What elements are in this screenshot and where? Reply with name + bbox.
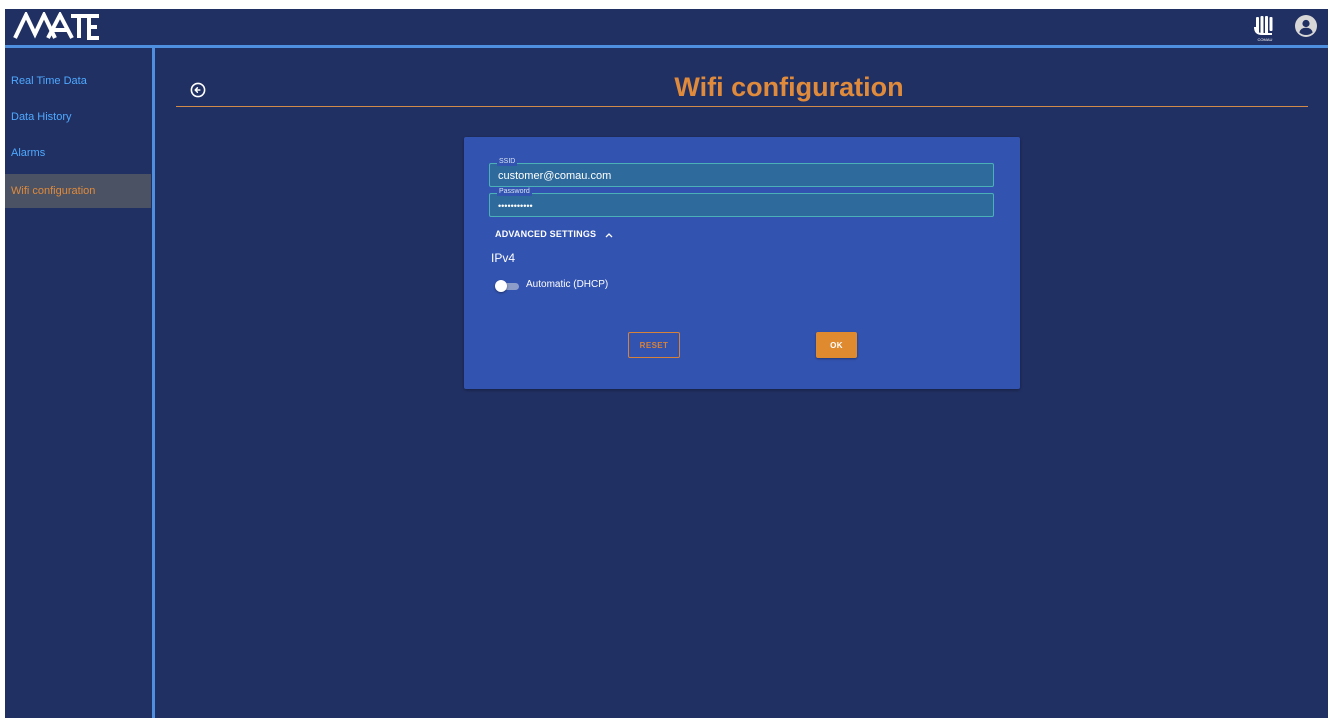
app-window: COMAU Real Time Data Data History Alarms…	[5, 9, 1328, 718]
svg-text:COMAU: COMAU	[1258, 37, 1273, 42]
dhcp-toggle-switch[interactable]	[495, 280, 519, 292]
password-label: Password	[497, 187, 532, 196]
ssid-label: SSID	[497, 157, 518, 166]
password-input[interactable]: •••••••••••	[498, 201, 978, 211]
chevron-up-icon	[605, 232, 613, 238]
user-circle-icon[interactable]	[1295, 15, 1317, 37]
switch-thumb	[495, 280, 507, 292]
sidebar-item-alarms[interactable]: Alarms	[5, 136, 151, 170]
ok-button[interactable]: OK	[816, 332, 857, 358]
reset-button[interactable]: RESET	[628, 332, 680, 358]
wifi-config-card: SSID Password ••••••••••• ADVANCED SETTI…	[464, 137, 1020, 389]
page-title: Wifi configuration	[674, 72, 904, 102]
advanced-settings-toggle[interactable]: ADVANCED SETTINGS	[495, 229, 613, 239]
top-bar: COMAU	[5, 9, 1328, 48]
title-divider	[176, 106, 1308, 107]
sidebar-item-data-history[interactable]: Data History	[5, 100, 151, 134]
advanced-settings-label: ADVANCED SETTINGS	[495, 229, 597, 239]
ssid-input[interactable]	[498, 170, 978, 182]
comau-logo: COMAU	[1254, 16, 1273, 42]
ipv4-heading: IPv4	[491, 251, 516, 265]
sidebar-item-wifi-configuration[interactable]: Wifi configuration	[5, 174, 151, 208]
mate-logo	[13, 12, 99, 40]
sidebar-item-real-time-data[interactable]: Real Time Data	[5, 64, 151, 98]
main-content: Wifi configuration SSID Password •••••••…	[155, 48, 1328, 718]
ssid-field[interactable]: SSID	[489, 157, 994, 187]
dhcp-label: Automatic (DHCP)	[526, 279, 609, 290]
password-field[interactable]: Password •••••••••••	[489, 187, 994, 217]
sidebar: Real Time Data Data History Alarms Wifi …	[5, 48, 155, 718]
